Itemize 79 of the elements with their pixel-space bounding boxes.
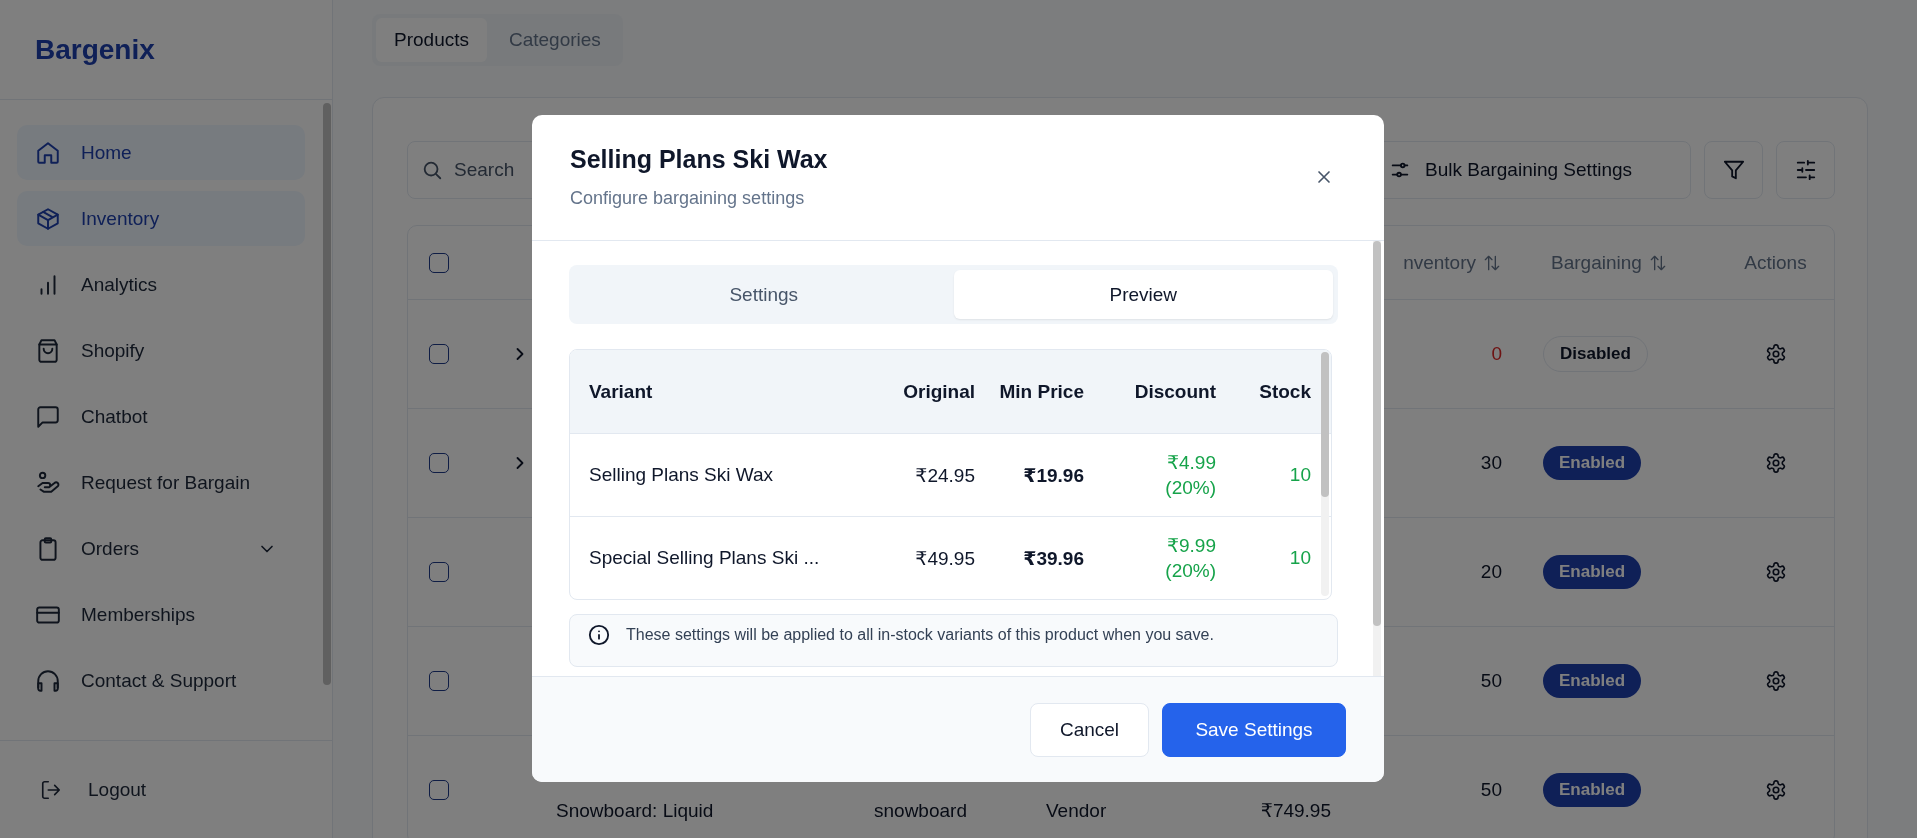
dialog-title: Selling Plans Ski Wax [570, 144, 829, 175]
column-header: Stock [1259, 380, 1311, 403]
sidebar-item[interactable]: Inventory [17, 191, 305, 246]
table-cell: ₹49.95 [915, 546, 975, 570]
sidebar-item[interactable]: Shopify [17, 323, 305, 378]
checkbox[interactable] [429, 780, 449, 800]
table-cell: ₹24.95 [915, 463, 975, 487]
scrollbar[interactable] [1373, 241, 1381, 676]
sidebar-item[interactable]: Memberships [17, 587, 305, 642]
table-cell: 50 [1480, 779, 1502, 801]
sidebar-item[interactable]: Request for Bargain [17, 455, 305, 510]
sidebar-item[interactable]: Analytics [17, 257, 305, 312]
logout-button[interactable]: Logout [40, 778, 147, 801]
sidebar-item[interactable]: Orders [17, 521, 305, 576]
table-cell-text: Special Selling Plans Ski ... [589, 547, 821, 569]
logo: Bargenix [35, 33, 155, 66]
table-cell: 0 [1491, 343, 1502, 365]
settings-icon[interactable] [1764, 670, 1787, 692]
table-cell: 50 [1480, 670, 1502, 692]
column-header: Min Price [999, 380, 1084, 404]
save-button[interactable]: Save Settings [1162, 702, 1346, 757]
checkbox[interactable] [429, 453, 449, 473]
table-cell-text: ₹9.99 (20%) [1164, 534, 1216, 583]
info-text: These settings will be applied to all in-stock variants of this product when you save. [626, 625, 1214, 645]
column-header: Actions [1744, 251, 1807, 274]
sidebar-item[interactable]: Home [17, 125, 305, 180]
filter-button[interactable] [1704, 141, 1763, 199]
table-cell: ₹39.96 [1023, 546, 1084, 570]
search-icon [421, 159, 443, 181]
box-icon [35, 205, 61, 232]
chat-bubble-icon [35, 403, 61, 430]
home-icon [35, 139, 61, 166]
sidebar-item[interactable]: Chatbot [17, 389, 305, 444]
column-header: Original [903, 380, 975, 403]
adjustments-icon [1794, 159, 1817, 181]
checkbox[interactable] [429, 252, 449, 273]
table-cell: 10 [1289, 547, 1311, 569]
table-cell-text: snowboard [874, 800, 967, 823]
shopping-bag-icon [35, 337, 61, 364]
checkbox[interactable] [429, 671, 449, 691]
product-name: Snowboard: Liquid [556, 800, 714, 823]
table-cell-text: ₹4.99 (20%) [1164, 451, 1216, 500]
settings-icon[interactable] [1764, 561, 1787, 583]
table-cell-text: ₹749.95 [1260, 799, 1331, 823]
status-badge: Disabled [1543, 336, 1648, 372]
table-cell: ₹19.96 [1023, 463, 1084, 487]
info-icon [588, 623, 610, 646]
table-cell: 20 [1480, 561, 1502, 583]
settings-icon[interactable] [1764, 779, 1787, 801]
scrollbar[interactable] [323, 103, 331, 685]
status-badge: Enabled [1543, 446, 1642, 480]
column-header: Variant [589, 380, 654, 403]
columns-button[interactable] [1776, 141, 1835, 199]
tab[interactable]: Categories [491, 18, 619, 62]
status-badge: Enabled [1543, 555, 1642, 589]
column-header[interactable]: nventory [1403, 251, 1476, 274]
filter-icon [1722, 159, 1745, 181]
sidebar-item[interactable]: Contact & Support [17, 653, 305, 708]
tab[interactable]: Preview [953, 270, 1333, 319]
settings-icon[interactable] [1764, 452, 1787, 474]
table-cell-text: Vendor [1046, 800, 1107, 823]
table-cell: 10 [1289, 464, 1311, 486]
scrollbar[interactable] [1321, 352, 1329, 596]
logout-icon [40, 778, 62, 801]
checkbox[interactable] [429, 562, 449, 582]
headphones-icon [35, 667, 61, 694]
table-cell: 30 [1480, 452, 1502, 474]
hand-icon [35, 469, 61, 496]
column-header: Discount [1134, 380, 1216, 403]
tab[interactable]: Products [376, 18, 487, 62]
status-badge: Enabled [1543, 664, 1642, 698]
tab[interactable]: Settings [574, 270, 954, 319]
table-cell-text: Selling Plans Ski Wax [589, 464, 775, 486]
dialog-subtitle: Configure bargaining settings [570, 187, 806, 210]
settings-icon[interactable] [1764, 343, 1787, 365]
status-badge: Enabled [1543, 773, 1642, 807]
checkbox[interactable] [429, 344, 449, 364]
cancel-button[interactable]: Cancel [1030, 702, 1149, 757]
column-header[interactable]: Bargaining [1551, 251, 1642, 274]
